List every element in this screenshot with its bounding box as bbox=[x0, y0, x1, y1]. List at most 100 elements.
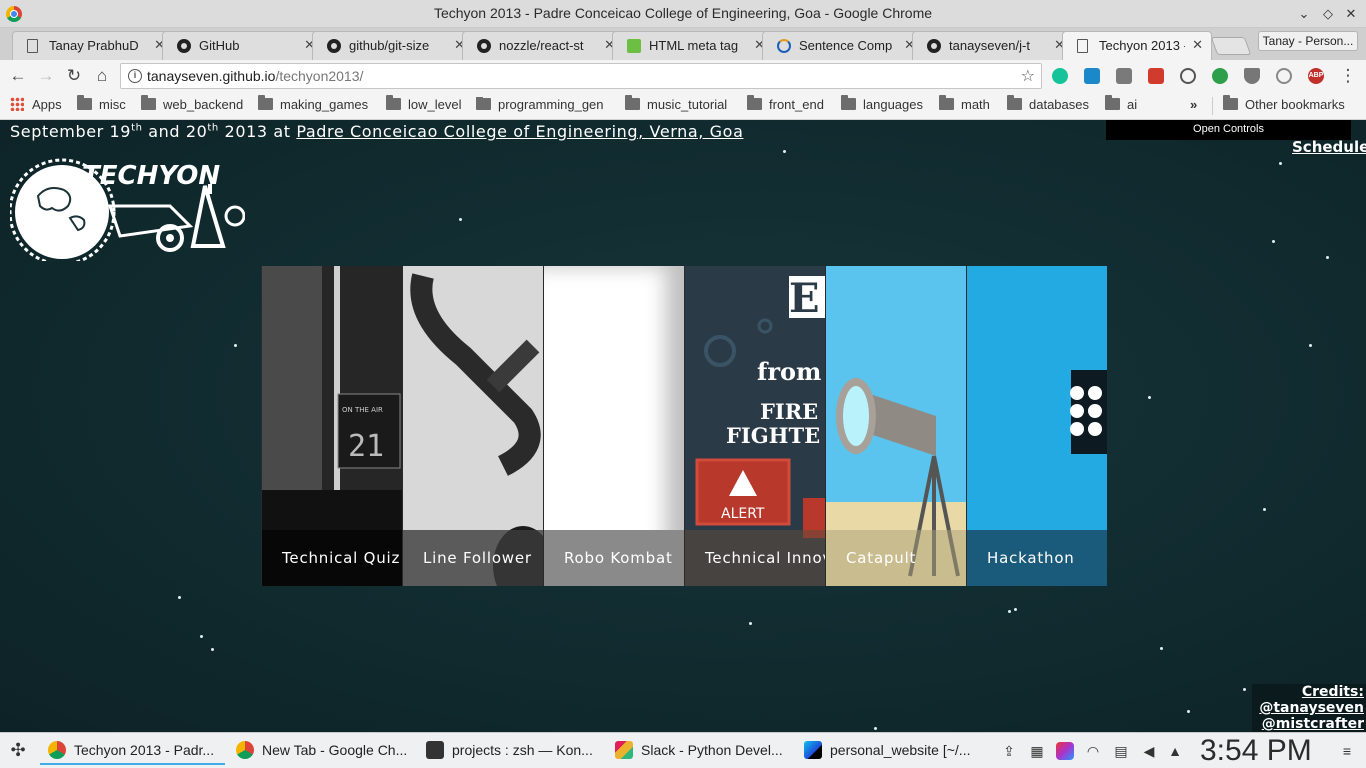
tab[interactable]: Tanay PrabhuD ✕ bbox=[12, 31, 174, 60]
folder-icon bbox=[1105, 95, 1120, 110]
w3schools-icon bbox=[627, 39, 641, 53]
clock[interactable]: 3:54 PM bbox=[1200, 733, 1312, 768]
github-icon bbox=[927, 39, 941, 53]
extension-icon[interactable] bbox=[1084, 68, 1100, 84]
dropbox-tray-icon[interactable]: ⇪ bbox=[1000, 742, 1018, 760]
menu-kebab-icon[interactable]: ⋮ bbox=[1338, 66, 1358, 86]
taskbar-item-label: Slack - Python Devel... bbox=[641, 742, 783, 758]
tab[interactable]: Sentence Comp ✕ bbox=[762, 31, 924, 60]
window-title: Techyon 2013 - Padre Conceicao College o… bbox=[433, 5, 933, 21]
open-controls-button[interactable]: Open Controls bbox=[1106, 120, 1351, 140]
shield-icon[interactable] bbox=[1244, 68, 1260, 84]
adblock-plus-icon[interactable]: ABP bbox=[1308, 68, 1324, 84]
bookmark-folder[interactable]: front_end bbox=[747, 95, 824, 115]
other-bookmarks[interactable]: Other bookmarks bbox=[1212, 95, 1345, 115]
bookmark-label: music_tutorial bbox=[647, 97, 728, 112]
info-icon[interactable]: i bbox=[128, 69, 142, 83]
taskbar-item[interactable]: personal_website [~/... bbox=[796, 737, 986, 765]
logo-gear-hub bbox=[166, 234, 174, 242]
star-speck bbox=[178, 596, 181, 599]
app-tray-icon[interactable] bbox=[1056, 742, 1074, 760]
application-launcher-icon[interactable]: ✣ bbox=[9, 741, 27, 759]
event-panel-hackathon[interactable]: Hackathon bbox=[966, 266, 1107, 586]
clipboard-icon[interactable]: ▤ bbox=[1112, 742, 1130, 760]
bulb-icon[interactable] bbox=[1276, 68, 1292, 84]
document-icon bbox=[27, 39, 38, 53]
new-tab-button[interactable] bbox=[1210, 37, 1252, 55]
webstorm-icon bbox=[804, 741, 822, 759]
forward-arrow-icon[interactable]: → bbox=[36, 66, 56, 86]
bookmark-folder[interactable]: web_backend bbox=[141, 95, 243, 115]
poster-letter: E bbox=[789, 275, 820, 322]
close-icon[interactable]: ✕ bbox=[1342, 5, 1360, 23]
date-text: September 19 bbox=[10, 122, 132, 141]
lastpass-icon[interactable] bbox=[1148, 68, 1164, 84]
github-icon bbox=[327, 39, 341, 53]
bookmark-folder[interactable]: databases bbox=[1007, 95, 1089, 115]
puzzle-tray-icon[interactable]: ▦ bbox=[1028, 742, 1046, 760]
star-speck bbox=[1243, 688, 1246, 691]
home-icon[interactable]: ⌂ bbox=[92, 66, 112, 86]
bookmarks-overflow-chevron-icon[interactable]: » bbox=[1190, 97, 1197, 115]
bookmark-folder[interactable]: math bbox=[939, 95, 990, 115]
event-panel-robo-kombat[interactable]: Robo Kombat bbox=[543, 266, 684, 586]
bookmark-folder[interactable]: languages bbox=[841, 95, 923, 115]
credits-heading[interactable]: Credits: bbox=[1252, 684, 1364, 700]
event-caption: Robo Kombat bbox=[544, 530, 684, 586]
taskbar-item[interactable]: New Tab - Google Ch... bbox=[228, 737, 413, 765]
logo-wheel bbox=[224, 205, 245, 227]
wifi-icon[interactable]: ◠ bbox=[1084, 742, 1102, 760]
taskbar-item[interactable]: Slack - Python Devel... bbox=[607, 737, 792, 765]
folder-icon bbox=[939, 95, 954, 110]
bookmark-folder[interactable]: programming_gen bbox=[476, 97, 610, 115]
venue-link[interactable]: Padre Conceicao College of Engineering, … bbox=[296, 122, 743, 141]
credits-link[interactable]: @tanayseven bbox=[1252, 700, 1364, 716]
minimize-icon[interactable]: ⌄ bbox=[1295, 5, 1313, 23]
react-devtools-icon[interactable] bbox=[1180, 68, 1196, 84]
tab-active[interactable]: Techyon 2013 - ✕ bbox=[1062, 31, 1212, 60]
bookmark-folder[interactable]: low_level bbox=[386, 95, 461, 115]
date-ordinal: th bbox=[131, 122, 143, 134]
credits-box: Credits: @tanayseven @mistcrafter bbox=[1252, 684, 1366, 732]
web-page: September 19th and 20th 2013 at Padre Co… bbox=[0, 120, 1366, 732]
bookmark-folder[interactable]: ai bbox=[1105, 95, 1137, 115]
bookmark-apps[interactable]: Apps bbox=[10, 97, 62, 115]
url-text[interactable]: tanayseven.github.io/techyon2013/ bbox=[147, 68, 363, 84]
system-taskbar: ✣ Techyon 2013 - Padr... New Tab - Googl… bbox=[0, 732, 1366, 768]
event-panel-catapult[interactable]: Catapult bbox=[825, 266, 966, 586]
bookmark-folder[interactable]: making_games bbox=[258, 95, 368, 115]
taskbar-item[interactable]: Techyon 2013 - Padr... bbox=[40, 737, 225, 765]
volume-icon[interactable]: ◀ bbox=[1140, 742, 1158, 760]
tab[interactable]: github/git-size ✕ bbox=[312, 31, 474, 60]
grammarly-icon[interactable] bbox=[1052, 68, 1068, 84]
extension-icon[interactable] bbox=[1116, 68, 1132, 84]
profile-button[interactable]: Tanay - Person... bbox=[1258, 31, 1358, 51]
tab[interactable]: nozzle/react-st ✕ bbox=[462, 31, 624, 60]
star-speck bbox=[783, 150, 786, 153]
address-bar[interactable]: i tanayseven.github.io/techyon2013/ ☆ bbox=[120, 63, 1042, 89]
maximize-icon[interactable]: ◇ bbox=[1319, 5, 1337, 23]
bookmark-folder[interactable]: music_tutorial bbox=[625, 95, 728, 115]
reload-icon[interactable]: ↻ bbox=[64, 66, 84, 86]
event-panel-line-follower[interactable]: Line Follower bbox=[402, 266, 543, 586]
taskbar-item-label: Techyon 2013 - Padr... bbox=[74, 742, 215, 758]
extension-icon[interactable] bbox=[1212, 68, 1228, 84]
tab[interactable]: GitHub ✕ bbox=[162, 31, 324, 60]
taskbar-item[interactable]: projects : zsh — Kon... bbox=[418, 737, 603, 765]
star-speck bbox=[211, 648, 214, 651]
schedule-link[interactable]: Schedule bbox=[1292, 138, 1366, 156]
credits-link[interactable]: @mistcrafter bbox=[1252, 716, 1364, 732]
folder-icon bbox=[476, 97, 491, 110]
tray-expand-arrow-icon[interactable]: ▲ bbox=[1166, 742, 1184, 760]
tab[interactable]: HTML meta tag ✕ bbox=[612, 31, 774, 60]
bookmark-star-icon[interactable]: ☆ bbox=[1021, 66, 1035, 86]
event-panel-technical-quiz[interactable]: ON THE AIR 21 Technical Quiz bbox=[261, 266, 402, 586]
quiz-number: 21 bbox=[348, 429, 384, 464]
panel-menu-icon[interactable]: ≡ bbox=[1338, 742, 1356, 760]
tab-close-icon[interactable]: ✕ bbox=[1192, 37, 1203, 53]
bookmark-folder[interactable]: misc bbox=[77, 95, 126, 115]
tab[interactable]: tanayseven/j-t ✕ bbox=[912, 31, 1074, 60]
back-arrow-icon[interactable]: ← bbox=[8, 66, 28, 86]
folder-icon bbox=[1007, 95, 1022, 110]
event-panel-technical-innovation[interactable]: E from FIRE FIGHTE ALERT Technical Innov bbox=[684, 266, 825, 586]
